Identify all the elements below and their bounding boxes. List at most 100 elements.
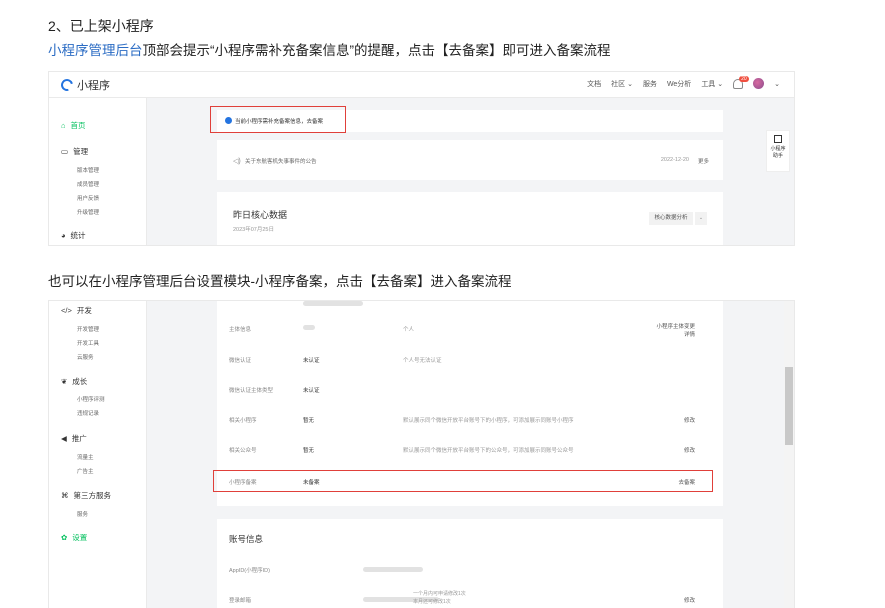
screenshot-settings: </> 开发 开发管理 开发工具 云服务 ❦ 成长 小程序评测 违规记录 ◀ 推… [48,300,795,608]
row-value: 暂无 [303,448,315,454]
nav-analytics[interactable]: We分析 [667,79,691,89]
sidebar-item-label: 第三方服务 [73,491,112,500]
row-value: 未认证 [303,358,320,364]
sidebar-item-growth[interactable]: ❦ 成长 [61,376,87,387]
login-email-edit[interactable]: 修改 [684,596,695,604]
admin-link[interactable]: 小程序管理后台 [48,43,143,58]
row-action[interactable]: 修改 [684,446,695,454]
sidebar-subitem-versions[interactable]: 版本管理 [77,166,99,174]
highlight-box [210,106,346,133]
intro-paragraph: 小程序管理后台顶部会提示“小程序需补充备案信息”的提醒，点击【去备案】即可进入备… [48,39,611,59]
sidebar: ⌂ 首页 ▭ 管理 版本管理 成员管理 用户反馈 升级管理 ◕ 统计 [49,98,147,245]
home-icon: ⌂ [61,121,66,130]
row-desc: 默认展示同个微信开放平台账号下的公众号，可添加展示同账号公众号 [403,448,574,454]
nav-tools[interactable]: 工具 ⌄ [701,79,723,89]
sidebar-subitem-dev-manage[interactable]: 开发管理 [77,325,99,333]
screenshot-dashboard: 小程序 文档 社区 ⌄ 服务 We分析 工具 ⌄ 20 ⌄ ⌂ 首页 ▭ 管理 [48,71,795,246]
sidebar: </> 开发 开发管理 开发工具 云服务 ❦ 成长 小程序评测 违规记录 ◀ 推… [49,301,147,608]
row-desc: 个人 [403,327,415,333]
avatar[interactable] [753,78,765,89]
pie-chart-icon: ◕ [61,231,66,240]
core-data-date: 2023年07月25日 [233,227,274,233]
chevron-down-icon[interactable]: ⌄ [774,80,780,88]
sidebar-item-label: 首页 [70,121,86,130]
app-logo[interactable]: 小程序 [58,76,110,94]
announcement-text[interactable]: 关于东航客机失事事件的公告 [245,157,317,165]
row-value: 未认证 [303,388,320,394]
row-action[interactable]: 修改 [684,416,695,424]
gear-icon: ✿ [61,533,68,542]
sidebar-item-dev[interactable]: </> 开发 [61,305,92,316]
sidebar-item-promo[interactable]: ◀ 推广 [61,433,87,444]
announcement-card[interactable]: ◁) 关于东航客机失事事件的公告 2022-12-20 更多 [217,140,723,180]
growth-icon: ❦ [61,377,68,386]
core-data-analysis-button[interactable]: 核心数据分析 [649,212,693,225]
sidebar-item-label: 管理 [73,147,89,156]
sidebar-subitem-upgrade[interactable]: 升级管理 [77,208,99,216]
miniprogram-logo-icon [58,76,76,94]
row-label: 相关公众号 [229,448,257,454]
sidebar-subitem-traffic[interactable]: 流量主 [77,453,94,461]
notification-badge: 20 [739,75,749,82]
megaphone-icon: ◀ [61,434,67,443]
core-data-title: 昨日核心数据 [233,210,288,220]
core-data-card: 昨日核心数据 2023年07月25日 核心数据分析 ⌄ [217,192,723,245]
sidebar-subitem-services[interactable]: 服务 [77,510,88,518]
scrollbar[interactable] [784,301,794,608]
sidebar-item-stats[interactable]: ◕ 统计 [61,230,86,241]
row-label: 主体信息 [229,327,252,333]
sidebar-subitem-review[interactable]: 小程序评测 [77,395,105,403]
login-email-label: 登录邮箱 [229,598,252,604]
sidebar-subitem-cloud[interactable]: 云服务 [77,353,94,361]
login-email-note: 一个月内可申请修改1次 本月还可修改1次 [413,591,466,605]
sidebar-item-label: 设置 [72,533,88,542]
qrcode-icon [774,135,782,143]
announcement-date: 2022-12-20 [660,157,689,163]
sidebar-subitem-dev-tools[interactable]: 开发工具 [77,339,99,347]
sidebar-subitem-members[interactable]: 成员管理 [77,180,99,188]
sidebar-item-third-party[interactable]: ⌘ 第三方服务 [61,490,111,501]
scrollbar-thumb[interactable] [785,367,793,445]
row-label: 微信认证 [229,358,252,364]
account-info-title: 账号信息 [229,534,264,544]
sidebar-item-label: 成长 [72,377,88,386]
redacted-bar [363,567,423,572]
sidebar-item-label: 开发 [76,306,92,315]
nav-community[interactable]: 社区 ⌄ [611,79,633,89]
sidebar-item-label: 推广 [71,434,87,443]
intro-paragraph-2: 也可以在小程序管理后台设置模块-小程序备案，点击【去备案】进入备案流程 [48,274,512,289]
sidebar-item-manage[interactable]: ▭ 管理 [61,146,88,157]
app-name: 小程序 [77,80,110,92]
row-label: 相关小程序 [229,418,257,424]
sidebar-item-settings[interactable]: ✿ 设置 [61,532,87,543]
announcement-more-link[interactable]: 更多 [698,157,709,165]
sidebar-subitem-violations[interactable]: 违规记录 [77,409,99,417]
sidebar-subitem-feedback[interactable]: 用户反馈 [77,194,99,202]
row-label: 微信认证主体类型 [229,388,274,394]
assistant-float-button[interactable]: 小程序 助手 [766,130,790,172]
top-nav: 文档 社区 ⌄ 服务 We分析 工具 ⌄ 20 ⌄ [587,75,780,89]
article-page: 2、已上架小程序 小程序管理后台顶部会提示“小程序需补充备案信息”的提醒，点击【… [0,0,885,608]
appid-label: AppID(小程序ID) [229,568,270,574]
chevron-down-icon[interactable]: ⌄ [695,212,707,225]
row-value: 暂无 [303,418,315,424]
folder-icon: ▭ [61,147,69,156]
top-bar: 小程序 文档 社区 ⌄ 服务 We分析 工具 ⌄ 20 ⌄ [49,72,794,98]
megaphone-icon: ◁) [233,158,241,165]
row-desc: 默认展示同个微信开放平台账号下的小程序，可添加展示同账号小程序 [403,418,574,424]
row-desc: 个人号无法认证 [403,358,442,364]
nav-docs[interactable]: 文档 [587,79,601,89]
redacted-bar [303,325,315,330]
intro-text: 顶部会提示“小程序需补充备案信息”的提醒，点击【去备案】即可进入备案流程 [142,43,611,58]
sidebar-subitem-advertiser[interactable]: 广告主 [77,467,94,475]
sidebar-item-home[interactable]: ⌂ 首页 [61,120,86,131]
sidebar-item-label: 统计 [70,231,86,240]
account-info-card: 账号信息 AppID(小程序ID) 登录邮箱 一个月内可申请修改1次 本月还可修… [217,519,723,608]
code-icon: </> [61,306,72,315]
row-action[interactable]: 小程序主体变更 详情 [656,322,695,338]
bell-icon[interactable]: 20 [733,75,749,89]
assistant-label: 小程序 助手 [770,146,786,159]
puzzle-icon: ⌘ [61,491,69,500]
nav-services[interactable]: 服务 [643,79,657,89]
redacted-bar [303,301,363,306]
